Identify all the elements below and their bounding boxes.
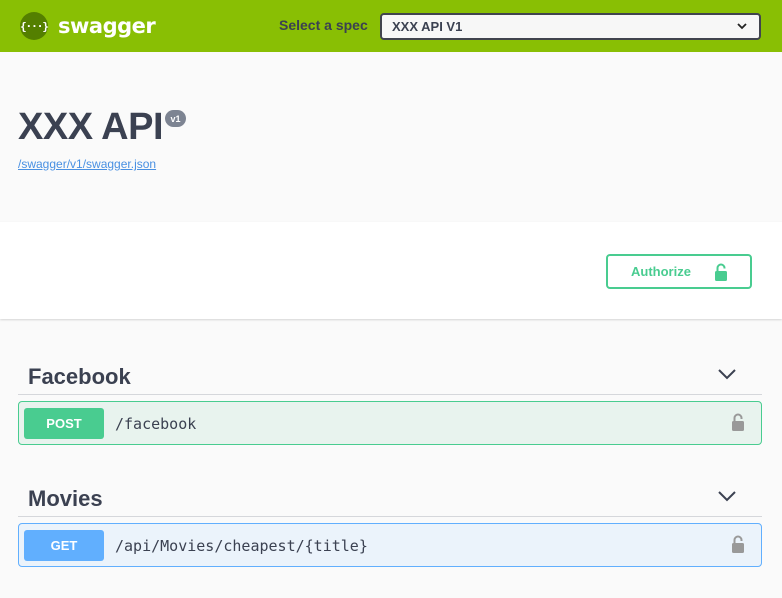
spec-select[interactable]: XXX API V1 — [380, 13, 761, 40]
tag-section-movies[interactable]: Movies — [18, 474, 762, 517]
top-bar: {···} swagger Select a spec XXX API V1 — [0, 0, 782, 52]
authorize-button[interactable]: Authorize — [606, 254, 752, 289]
authorize-label: Authorize — [631, 264, 691, 279]
padlock-icon[interactable] — [731, 535, 745, 553]
method-badge: POST — [24, 408, 104, 439]
tag-name: Movies — [28, 486, 103, 511]
swagger-logo-icon: {···} — [20, 12, 49, 40]
chevron-down-icon — [737, 23, 747, 30]
operation-path: /facebook — [115, 415, 197, 433]
chevron-down-icon[interactable] — [718, 368, 736, 380]
scheme-container: Authorize — [0, 222, 782, 319]
operation-post-facebook[interactable]: POST /facebook — [18, 401, 762, 445]
padlock-icon[interactable] — [731, 413, 745, 431]
spec-url-link[interactable]: /swagger/v1/swagger.json — [18, 157, 156, 171]
operation-get-movies-cheapest[interactable]: GET /api/Movies/cheapest/{title} — [18, 523, 762, 567]
tag-section-facebook[interactable]: Facebook — [18, 352, 762, 395]
spec-select-value: XXX API V1 — [392, 19, 463, 34]
api-title: XXX API — [18, 106, 164, 148]
chevron-down-icon[interactable] — [718, 490, 736, 502]
operation-path: /api/Movies/cheapest/{title} — [115, 537, 368, 555]
unlocked-padlock-icon — [715, 263, 727, 281]
version-badge: v1 — [165, 110, 186, 127]
method-badge: GET — [24, 530, 104, 561]
select-spec-label: Select a spec — [279, 17, 368, 33]
swagger-logo[interactable]: {···} swagger — [20, 12, 156, 40]
tag-name: Facebook — [28, 364, 131, 389]
swagger-logo-text: swagger — [58, 14, 156, 38]
